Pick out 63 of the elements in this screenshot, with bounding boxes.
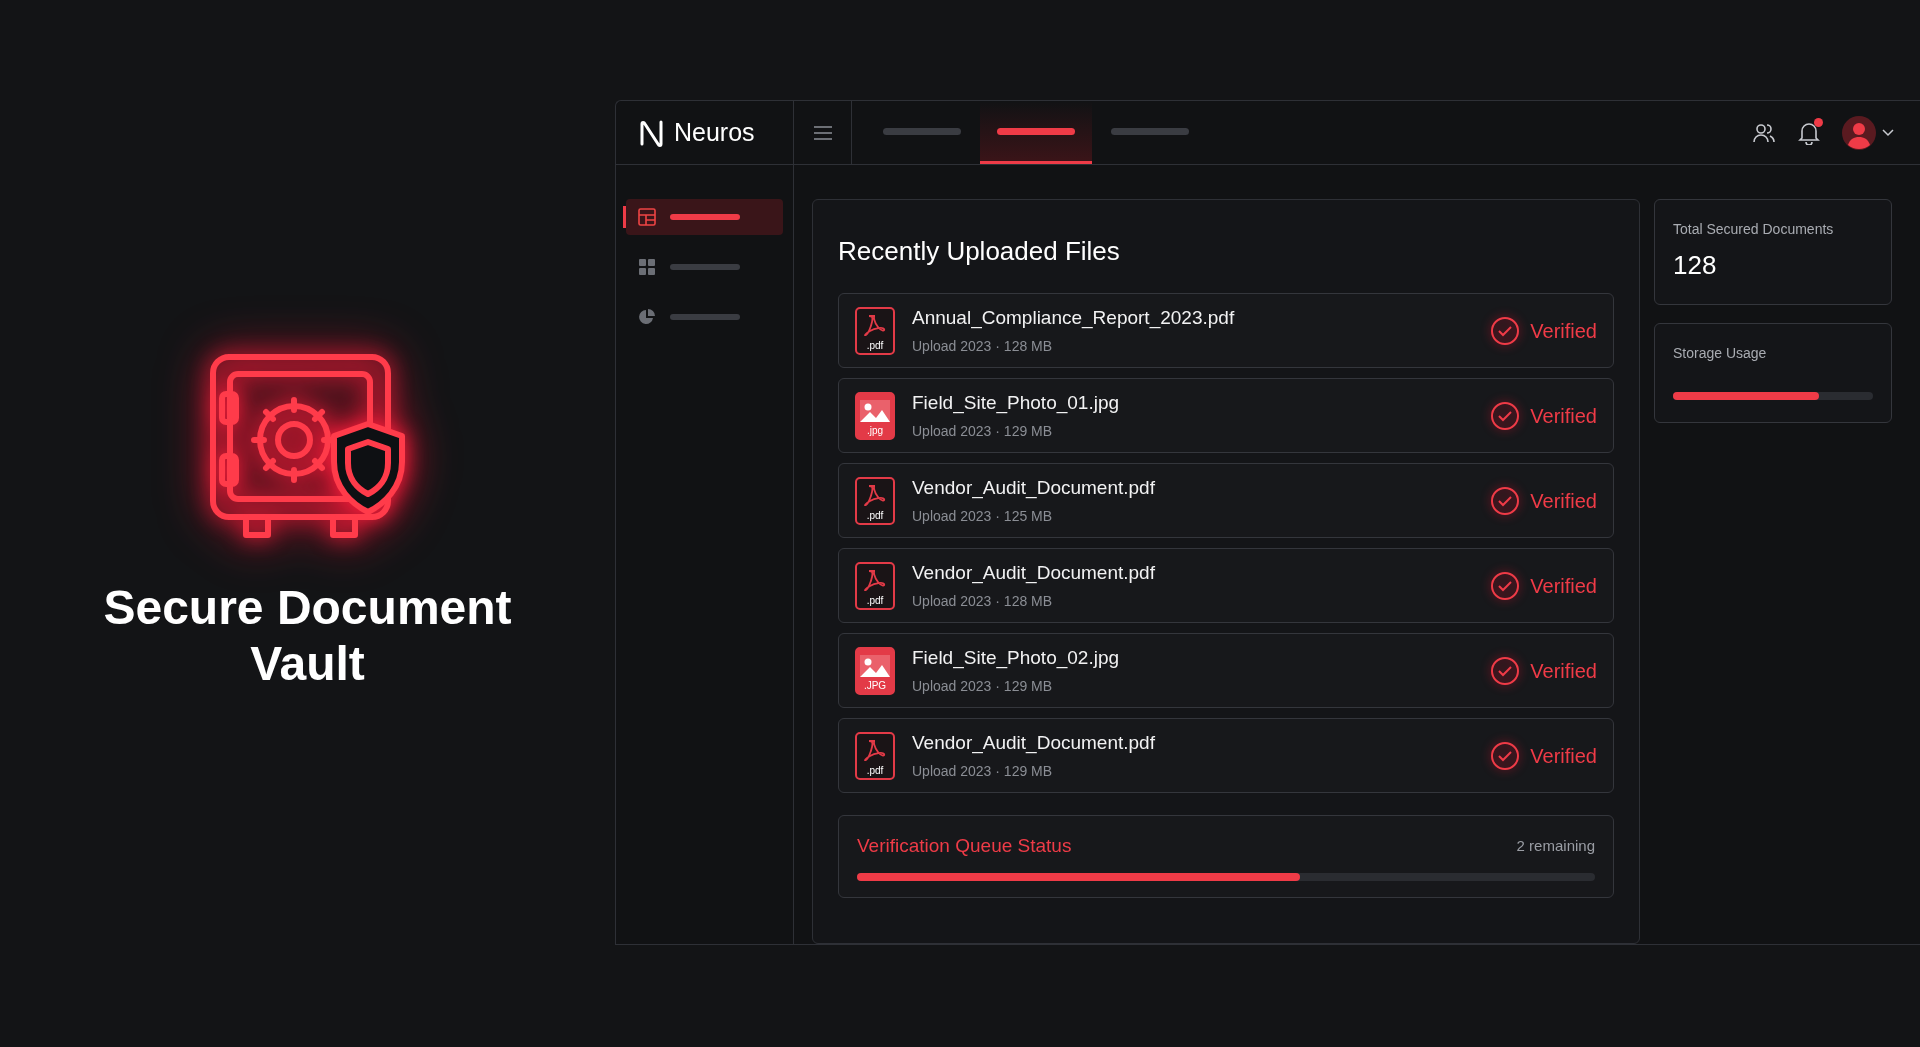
file-meta: Upload 2023 · 125 MB — [912, 507, 1054, 527]
menu-icon — [812, 124, 833, 141]
file-row[interactable]: .pdf Vendor_Audit_Document.pdf Upload 2023 · 128 MB Verified — [838, 548, 1614, 623]
file-type-label: .pdf — [866, 510, 884, 521]
status-label: Verified — [1530, 658, 1597, 684]
status-label: Verified — [1530, 573, 1597, 599]
avatar-icon — [1842, 115, 1876, 150]
pdf-glyph-icon — [863, 738, 887, 761]
file-name: Annual_Compliance_Report_2023.pdf — [912, 305, 1235, 331]
notifications-button[interactable] — [1798, 120, 1820, 145]
file-meta: Upload 2023 · 129 MB — [912, 677, 1054, 697]
layout-icon — [638, 208, 656, 226]
file-type-label: .pdf — [866, 595, 884, 606]
pdf-glyph-icon — [863, 483, 887, 506]
file-row[interactable]: .pdf Vendor_Audit_Document.pdf Upload 2023 · 125 MB Verified — [838, 463, 1614, 538]
file-meta: Upload 2023 · 128 MB — [912, 337, 1054, 357]
file-meta: Upload 2023 · 128 MB — [912, 592, 1054, 612]
chevron-down-icon — [1882, 128, 1894, 137]
pie-chart-icon — [638, 308, 656, 326]
file-meta: Upload 2023 · 129 MB — [912, 762, 1054, 782]
file-type-label: .JPG — [863, 680, 887, 691]
file-row[interactable]: .pdf Vendor_Audit_Document.pdf Upload 2023 · 129 MB Verified — [838, 718, 1614, 793]
file-name: Vendor_Audit_Document.pdf — [912, 475, 1155, 501]
status-label: Verified — [1530, 318, 1597, 344]
queue-title: Verification Queue Status — [857, 834, 1072, 858]
check-circle-icon — [1490, 570, 1521, 601]
hero-title: Secure Document Vault — [102, 580, 513, 692]
check-circle-icon — [1490, 655, 1521, 686]
stat-label: Total Secured Documents — [1673, 220, 1835, 239]
users-button[interactable] — [1752, 121, 1776, 144]
panel-title: Recently Uploaded Files — [838, 235, 1121, 268]
file-name: Field_Site_Photo_01.jpg — [912, 390, 1120, 416]
pdf-glyph-icon — [863, 313, 887, 336]
mountain-image-icon — [860, 654, 890, 677]
check-circle-icon — [1490, 740, 1521, 771]
sidebar-item[interactable] — [626, 199, 783, 235]
storage-label: Storage Usage — [1673, 344, 1768, 363]
file-row[interactable]: .jpg Field_Site_Photo_01.jpg Upload 2023 · 129 MB Verified — [838, 378, 1614, 453]
bell-icon — [1798, 120, 1820, 145]
profile-menu-button[interactable] — [1842, 115, 1894, 150]
stat-value: 128 — [1673, 249, 1718, 282]
grid-icon — [638, 258, 656, 276]
file-row[interactable]: .pdf Annual_Compliance_Report_2023.pdf Upload 2023 · 128 MB Verified — [838, 293, 1614, 368]
status-label: Verified — [1530, 488, 1597, 514]
file-name: Vendor_Audit_Document.pdf — [912, 560, 1155, 586]
queue-remaining: 2 remaining — [1516, 836, 1595, 856]
logo-icon — [638, 118, 666, 147]
check-circle-icon — [1490, 485, 1521, 516]
users-icon — [1752, 121, 1776, 144]
pdf-glyph-icon — [863, 568, 887, 591]
file-row[interactable]: .JPG Field_Site_Photo_02.jpg Upload 2023 · 129 MB Verified — [838, 633, 1614, 708]
status-label: Verified — [1530, 743, 1597, 769]
file-type-label: .jpg — [866, 425, 884, 436]
brand-name: Neuros — [674, 116, 755, 148]
file-name: Field_Site_Photo_02.jpg — [912, 645, 1120, 671]
mountain-image-icon — [860, 399, 890, 422]
check-circle-icon — [1490, 315, 1521, 346]
status-label: Verified — [1530, 403, 1597, 429]
file-meta: Upload 2023 · 129 MB — [912, 422, 1054, 442]
file-type-label: .pdf — [866, 340, 884, 351]
file-name: Vendor_Audit_Document.pdf — [912, 730, 1155, 756]
check-circle-icon — [1490, 400, 1521, 431]
file-type-label: .pdf — [866, 765, 884, 776]
